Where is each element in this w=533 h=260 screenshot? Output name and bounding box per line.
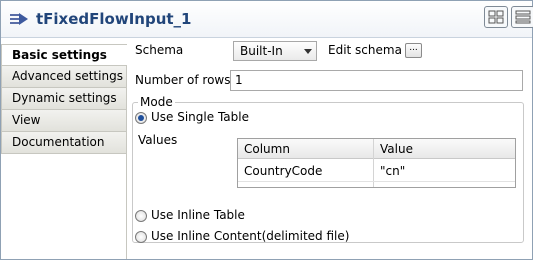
values-table: Column Value CountryCode "cn" — [237, 138, 516, 188]
layout-grid-icon — [488, 10, 504, 24]
tabs-filler — [1, 154, 127, 259]
values-label: Values — [138, 133, 178, 147]
layout-list-button[interactable] — [511, 6, 533, 28]
use-inline-content-label[interactable]: Use Inline Content(delimited file) — [151, 229, 349, 243]
mode-legend: Mode — [138, 95, 175, 109]
use-inline-content-radio[interactable] — [135, 231, 147, 243]
rows-label: Number of rows — [135, 73, 231, 87]
title-bar: tFixedFlowInput_1 — [1, 1, 533, 38]
use-inline-table-radio[interactable] — [135, 210, 147, 222]
edit-schema-button[interactable]: ... — [405, 43, 422, 58]
column-header-value[interactable]: Value — [380, 142, 413, 156]
settings-tabs: Basic settings Advanced settings Dynamic… — [1, 44, 127, 154]
tab-view[interactable]: View — [1, 110, 127, 132]
use-inline-table-label[interactable]: Use Inline Table — [151, 208, 245, 222]
component-view: tFixedFlowInput_1 Basic settings Advance… — [0, 0, 533, 260]
use-single-table-label[interactable]: Use Single Table — [151, 110, 249, 124]
number-of-rows-value: 1 — [235, 73, 243, 87]
schema-select[interactable]: Built-In — [233, 41, 317, 61]
column-header-column[interactable]: Column — [244, 142, 290, 156]
row-divider — [238, 181, 515, 182]
layout-list-icon — [515, 10, 531, 24]
use-single-table-radio[interactable] — [135, 112, 147, 124]
schema-select-value: Built-In — [240, 44, 283, 58]
table-cell-value[interactable]: "cn" — [380, 164, 405, 178]
column-divider — [373, 139, 374, 187]
dropdown-arrow-icon — [304, 49, 312, 54]
schema-label: Schema — [135, 43, 184, 57]
flow-arrow-icon — [9, 11, 31, 27]
tab-dynamic-settings[interactable]: Dynamic settings — [1, 88, 127, 110]
tab-basic-settings[interactable]: Basic settings — [1, 44, 127, 66]
edit-schema-label: Edit schema — [328, 43, 402, 57]
tab-advanced-settings[interactable]: Advanced settings — [1, 66, 127, 88]
component-title: tFixedFlowInput_1 — [36, 10, 192, 28]
layout-grid-button[interactable] — [484, 6, 508, 28]
number-of-rows-input[interactable]: 1 — [230, 70, 523, 91]
tab-documentation[interactable]: Documentation — [1, 132, 127, 154]
table-cell-column[interactable]: CountryCode — [244, 164, 322, 178]
